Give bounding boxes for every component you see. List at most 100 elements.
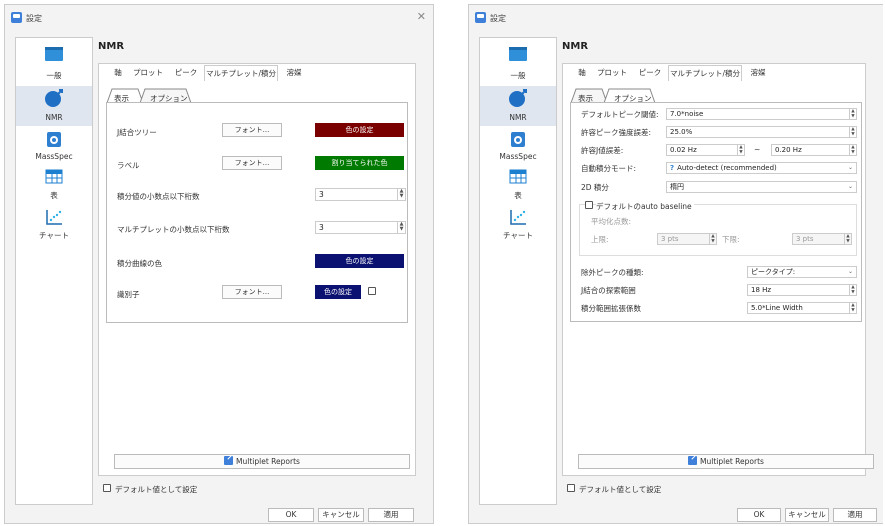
sidebar-item-general[interactable]: 一般: [480, 44, 556, 82]
tab-axis[interactable]: 軸: [572, 65, 592, 80]
tab-axis[interactable]: 軸: [108, 65, 128, 80]
spin-arrows-icon[interactable]: ▲ ▼: [397, 222, 405, 233]
field-value: ピークタイプ:: [751, 268, 796, 276]
identifier-color-button[interactable]: 色の設定: [315, 285, 361, 299]
spin-value: 3: [319, 190, 324, 199]
window-icon: [509, 47, 527, 61]
identifier-checkbox[interactable]: [368, 287, 376, 295]
sidebar-item-chart[interactable]: チャート: [16, 206, 92, 242]
sidebar-item-table[interactable]: 表: [480, 168, 556, 204]
default-checkbox-label: デフォルト値として設定: [579, 485, 662, 494]
chart-icon: [46, 210, 62, 225]
curve-color-button[interactable]: 色の設定: [315, 254, 404, 268]
field-value: 7.0*noise: [670, 110, 704, 118]
auto-mode-label: 自動積分モード:: [581, 164, 637, 173]
sidebar-item-label: 一般: [46, 71, 62, 80]
default-checkbox[interactable]: [567, 484, 575, 492]
avg-points-label: 平均化点数:: [591, 217, 632, 226]
spin-arrows-icon[interactable]: ▲ ▼: [849, 145, 856, 155]
spin-arrows-icon[interactable]: ▲ ▼: [709, 234, 716, 244]
range-factor-label: 積分範囲拡張係数: [581, 304, 641, 313]
range-factor-input[interactable]: 5.0*Line Width ▲ ▼: [747, 302, 857, 314]
exclude-select[interactable]: ピークタイプ: ⌄: [747, 266, 857, 278]
default-checkbox[interactable]: [103, 484, 111, 492]
cancel-button[interactable]: キャンセル: [785, 508, 829, 522]
sidebar-item-table[interactable]: 表: [16, 168, 92, 204]
tab-plot[interactable]: プロット: [592, 65, 632, 80]
apply-button[interactable]: 適用: [368, 508, 414, 522]
jtree-font-button[interactable]: フォント...: [222, 123, 282, 137]
tab-multiplet-integral[interactable]: マルチプレット/積分: [668, 65, 742, 81]
spin-value: 3: [319, 223, 324, 232]
title-bar: 設定: [469, 5, 883, 31]
massspec-icon: [511, 132, 525, 147]
help-icon: ?: [670, 164, 675, 172]
jtree-label: J結合ツリー: [117, 128, 157, 137]
spin-arrows-icon[interactable]: ▲ ▼: [849, 109, 856, 119]
tab-peak[interactable]: ピーク: [168, 65, 204, 80]
tab-solvent[interactable]: 溶媒: [280, 65, 308, 80]
baseline-checkbox[interactable]: [585, 201, 593, 209]
tab-solvent[interactable]: 溶媒: [744, 65, 772, 80]
sidebar-item-nmr[interactable]: NMR: [480, 86, 556, 126]
field-value: 18 Hz: [751, 286, 772, 294]
ok-button[interactable]: OK: [737, 508, 781, 522]
sidebar-item-massspec[interactable]: MassSpec: [16, 130, 92, 166]
lower-input[interactable]: 3 pts ▲ ▼: [792, 233, 852, 245]
multiplet-decimals-spinbox[interactable]: 3 ▲ ▼: [315, 221, 406, 234]
intensity-error-input[interactable]: 25.0% ▲ ▼: [666, 126, 857, 138]
spin-arrows-icon[interactable]: ▲ ▼: [849, 303, 856, 313]
apply-button[interactable]: 適用: [833, 508, 877, 522]
j-search-input[interactable]: 18 Hz ▲ ▼: [747, 284, 857, 296]
sidebar-item-label: 表: [514, 191, 522, 200]
jtree-color-button[interactable]: 色の設定: [315, 123, 404, 137]
spin-arrows-icon[interactable]: ▲ ▼: [397, 189, 405, 200]
baseline-label: デフォルトのauto baseline: [596, 201, 694, 212]
label-font-button[interactable]: フォント...: [222, 156, 282, 170]
field-value: 0.20 Hz: [775, 146, 802, 154]
j-tolerance-max-input[interactable]: 0.20 Hz ▲ ▼: [771, 144, 857, 156]
field-value: 楕円: [670, 183, 684, 191]
ok-button[interactable]: OK: [268, 508, 314, 522]
identifier-font-button[interactable]: フォント...: [222, 285, 282, 299]
peak-threshold-label: デフォルトピーク閾値:: [581, 110, 659, 119]
sidebar-item-label: チャート: [39, 231, 69, 240]
int2d-select[interactable]: 楕円 ⌄: [666, 181, 857, 193]
spin-arrows-icon[interactable]: ▲ ▼: [849, 127, 856, 137]
j-tolerance-min-input[interactable]: 0.02 Hz ▲ ▼: [666, 144, 745, 156]
peak-threshold-input[interactable]: 7.0*noise ▲ ▼: [666, 108, 857, 120]
cancel-button[interactable]: キャンセル: [318, 508, 364, 522]
field-value: 5.0*Line Width: [751, 304, 803, 312]
sidebar-item-label: NMR: [45, 113, 63, 122]
multiplet-reports-button[interactable]: Multiplet Reports: [578, 454, 874, 469]
category-sidebar: 一般 NMR MassSpec 表 チャート: [479, 37, 557, 505]
sidebar-item-label: MassSpec: [499, 152, 537, 161]
integral-decimals-spinbox[interactable]: 3 ▲ ▼: [315, 188, 406, 201]
multiplet-reports-button[interactable]: Multiplet Reports: [114, 454, 410, 469]
tab-peak[interactable]: ピーク: [632, 65, 668, 80]
spin-arrows-icon[interactable]: ▲ ▼: [844, 234, 851, 244]
j-tolerance-label: 許容J値誤差:: [581, 146, 624, 155]
spin-arrows-icon[interactable]: ▲ ▼: [737, 145, 744, 155]
identifier-label: 識別子: [117, 290, 140, 299]
chevron-down-icon: ⌄: [847, 164, 853, 171]
close-icon[interactable]: ✕: [417, 10, 426, 23]
sidebar-item-nmr[interactable]: NMR: [16, 86, 92, 126]
sidebar-item-general[interactable]: 一般: [16, 44, 92, 82]
nmr-icon: [45, 89, 63, 107]
multiplet-reports-label: Multiplet Reports: [236, 457, 300, 466]
chart-icon: [510, 210, 526, 225]
sidebar-item-chart[interactable]: チャート: [480, 206, 556, 242]
upper-label: 上限:: [591, 235, 609, 244]
tab-plot[interactable]: プロット: [128, 65, 168, 80]
upper-input[interactable]: 3 pts ▲ ▼: [657, 233, 717, 245]
window-icon: [45, 47, 63, 61]
sidebar-item-massspec[interactable]: MassSpec: [480, 130, 556, 166]
label-color-button[interactable]: 割り当てられた色: [315, 156, 404, 170]
app-icon: [475, 12, 486, 23]
nmr-icon: [509, 89, 527, 107]
auto-mode-select[interactable]: ? Auto-detect (recommended) ⌄: [666, 162, 857, 174]
field-value: 3 pts: [661, 235, 679, 243]
tab-multiplet-integral[interactable]: マルチプレット/積分: [204, 65, 278, 81]
spin-arrows-icon[interactable]: ▲ ▼: [849, 285, 856, 295]
